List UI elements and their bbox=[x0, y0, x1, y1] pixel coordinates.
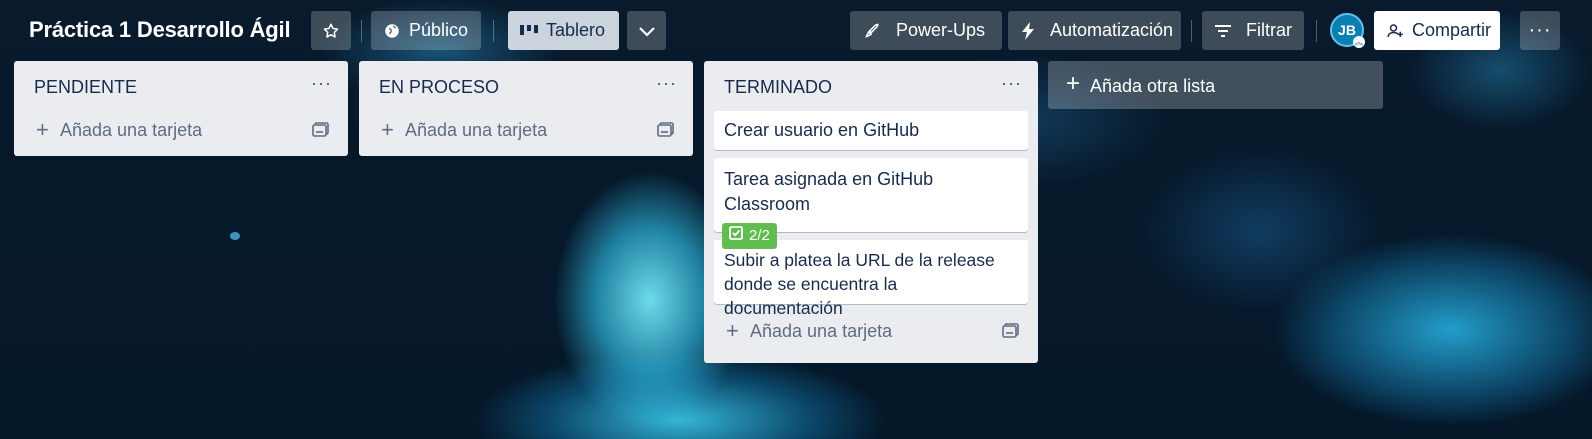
powerups-button[interactable]: Power-Ups bbox=[850, 11, 1002, 50]
plus-icon: + bbox=[726, 318, 739, 343]
add-card-label: Añada una tarjeta bbox=[405, 120, 548, 140]
add-card-label: Añada una tarjeta bbox=[750, 321, 893, 341]
list-pendiente[interactable]: PENDIENTE ··· + Añada una tarjeta bbox=[14, 61, 348, 156]
list-en-proceso[interactable]: EN PROCESO ··· + Añada una tarjeta bbox=[359, 61, 693, 156]
filter-button[interactable]: Filtrar bbox=[1202, 11, 1304, 50]
star-button[interactable] bbox=[311, 11, 351, 50]
list-title[interactable]: EN PROCESO bbox=[379, 77, 499, 98]
star-icon bbox=[322, 22, 340, 40]
rocket-icon bbox=[862, 21, 882, 41]
share-label: Compartir bbox=[1412, 20, 1492, 40]
background-speck bbox=[230, 232, 240, 240]
card-title: Tarea asignada en GitHub Classroom bbox=[724, 169, 934, 214]
globe-icon bbox=[383, 22, 401, 40]
list-header: TERMINADO ··· bbox=[704, 61, 1038, 111]
filter-label: Filtrar bbox=[1246, 20, 1292, 40]
chevron-down-icon bbox=[638, 25, 656, 37]
list-menu-icon[interactable]: ··· bbox=[656, 73, 677, 94]
checkbox-icon bbox=[729, 226, 743, 246]
checklist-badge: 2/2 bbox=[722, 223, 777, 249]
add-list-button[interactable]: + Añada otra lista bbox=[1048, 61, 1383, 109]
plus-icon: + bbox=[381, 117, 394, 142]
view-switcher-button[interactable]: Tablero bbox=[508, 11, 619, 50]
board-menu-button[interactable]: ··· bbox=[1520, 11, 1560, 50]
list-header: EN PROCESO ··· bbox=[359, 61, 693, 111]
list-header: PENDIENTE ··· bbox=[14, 61, 348, 111]
add-card-button[interactable]: + Añada una tarjeta bbox=[14, 111, 348, 151]
header-divider bbox=[1316, 20, 1317, 42]
filter-icon bbox=[1214, 24, 1232, 38]
board-view-icon bbox=[520, 24, 538, 38]
add-card-button[interactable]: + Añada una tarjeta bbox=[704, 312, 1038, 352]
card-title: Crear usuario en GitHub bbox=[724, 120, 920, 140]
header-divider bbox=[361, 20, 362, 42]
plus-icon: + bbox=[36, 117, 49, 142]
list-card[interactable]: Subir a platea la URL de la release dond… bbox=[714, 240, 1028, 318]
share-button[interactable]: Compartir bbox=[1374, 11, 1500, 50]
card-title: Subir a platea la URL de la release dond… bbox=[724, 250, 995, 318]
visibility-label: Público bbox=[409, 20, 469, 40]
add-card-label: Añada una tarjeta bbox=[60, 120, 203, 140]
automation-button[interactable]: Automatización bbox=[1008, 11, 1181, 50]
lightning-icon bbox=[1020, 21, 1036, 41]
automation-label: Automatización bbox=[1050, 20, 1174, 40]
card-template-icon[interactable] bbox=[657, 121, 675, 142]
checklist-count: 2/2 bbox=[749, 227, 770, 244]
view-label: Tablero bbox=[546, 20, 606, 40]
board-title[interactable]: Práctica 1 Desarrollo Ágil bbox=[29, 17, 291, 43]
plus-icon: + bbox=[1066, 70, 1081, 97]
list-card[interactable]: Tarea asignada en GitHub Classroom 2/2 bbox=[714, 158, 1028, 249]
add-card-button[interactable]: + Añada una tarjeta bbox=[359, 111, 693, 151]
header-divider bbox=[493, 20, 494, 42]
list-title[interactable]: TERMINADO bbox=[724, 77, 832, 98]
list-menu-icon[interactable]: ··· bbox=[1001, 73, 1022, 94]
card-template-icon[interactable] bbox=[312, 121, 330, 142]
list-menu-icon[interactable]: ··· bbox=[311, 73, 332, 94]
list-title[interactable]: PENDIENTE bbox=[34, 77, 137, 98]
powerups-label: Power-Ups bbox=[896, 20, 986, 40]
admin-chevron-icon: ︽ bbox=[1353, 36, 1365, 48]
add-member-icon bbox=[1386, 22, 1404, 40]
more-icon: ··· bbox=[1528, 19, 1552, 41]
add-list-label: Añada otra lista bbox=[1090, 76, 1216, 96]
list-card[interactable]: Crear usuario en GitHub bbox=[714, 111, 1028, 150]
card-template-icon[interactable] bbox=[1002, 322, 1020, 343]
view-dropdown-button[interactable] bbox=[627, 11, 666, 50]
list-terminado[interactable]: TERMINADO ··· Crear usuario en GitHub Ta… bbox=[704, 61, 1038, 363]
header-divider bbox=[1191, 20, 1192, 42]
board-header: Práctica 1 Desarrollo Ágil Público Table… bbox=[0, 0, 1592, 60]
visibility-button[interactable]: Público bbox=[371, 11, 481, 50]
